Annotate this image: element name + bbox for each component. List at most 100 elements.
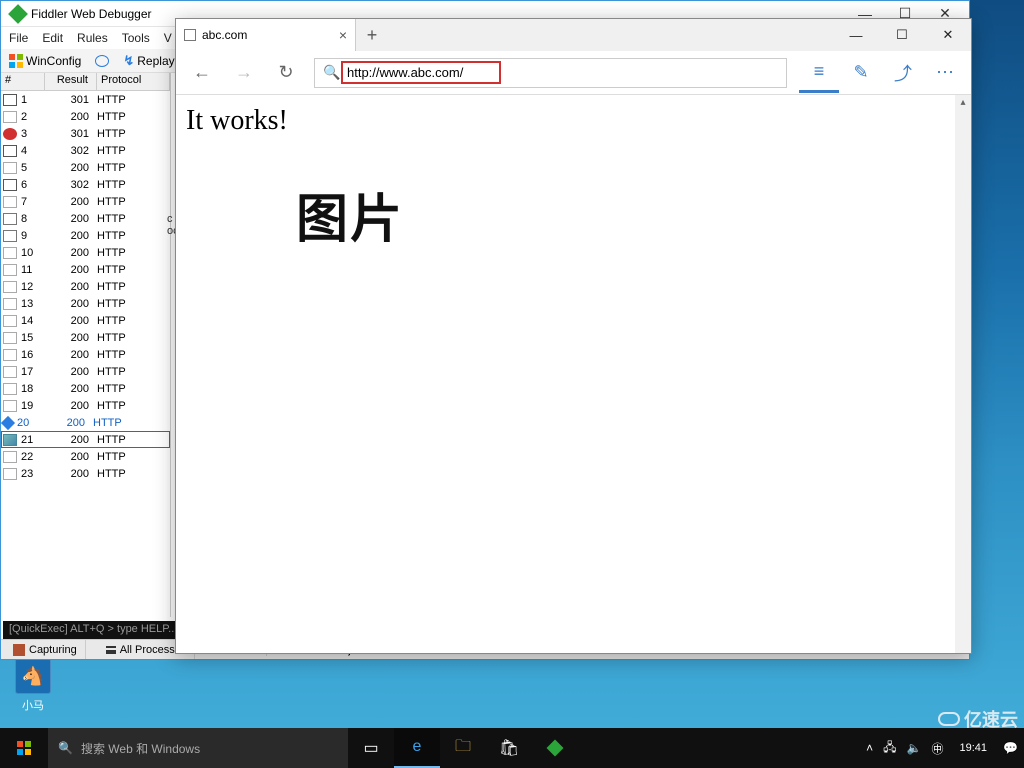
session-row[interactable]: 15200HTTP (1, 329, 170, 346)
session-row[interactable]: 7200HTTP (1, 193, 170, 210)
bubble-icon (95, 55, 109, 67)
forward-button[interactable]: → (224, 53, 264, 93)
cloud-icon (938, 712, 960, 726)
tab-close-icon[interactable]: × (339, 27, 347, 43)
notes-button[interactable]: ✎ (841, 53, 881, 93)
fiddler-title: Fiddler Web Debugger (31, 7, 152, 21)
col-result[interactable]: Result (45, 73, 97, 90)
shortcut-icon: 🐴 (15, 658, 51, 694)
col-protocol[interactable]: Protocol (97, 73, 170, 90)
tray-notifications-icon[interactable]: 💬 (1003, 741, 1018, 755)
session-row[interactable]: 3301HTTP (1, 125, 170, 142)
menu-icon (106, 646, 116, 654)
system-tray[interactable]: ˄ 🖧 🔈 ㊥ 19:41 💬 (860, 738, 1024, 759)
menu-file[interactable]: File (9, 31, 28, 45)
edge-toolbar: ← → ↻ 🔍 http://www.abc.com/ ≡ ✎ ⤴ ⋯ (176, 51, 971, 95)
session-row[interactable]: 11200HTTP (1, 261, 170, 278)
desktop-shortcut[interactable]: 🐴 小马 (14, 658, 52, 713)
menu-view[interactable]: V (164, 31, 172, 45)
tray-network-icon[interactable]: 🖧 (883, 738, 896, 759)
session-row[interactable]: 22200HTTP (1, 448, 170, 465)
new-tab-button[interactable]: + (356, 19, 388, 51)
taskbar-edge[interactable]: e (394, 728, 440, 768)
capture-icon (13, 644, 25, 656)
url-text[interactable]: http://www.abc.com/ (343, 63, 499, 82)
winconfig-button[interactable]: WinConfig (5, 54, 85, 68)
session-row[interactable]: 10200HTTP (1, 244, 170, 261)
col-num[interactable]: # (1, 73, 45, 90)
page-heading: It works! (186, 105, 961, 137)
address-bar[interactable]: 🔍 http://www.abc.com/ (314, 58, 787, 88)
tray-volume-icon[interactable]: 🔈 (907, 741, 922, 755)
session-row[interactable]: 13200HTTP (1, 295, 170, 312)
fiddler-logo-icon (8, 4, 28, 24)
fiddler-icon (547, 740, 564, 757)
edge-minimize-button[interactable]: — (833, 19, 879, 51)
session-type-icon (3, 383, 17, 395)
taskbar-fiddler[interactable] (532, 728, 578, 768)
edge-tabstrip: abc.com × + — ☐ ✕ (176, 19, 971, 51)
refresh-button[interactable]: ↻ (266, 53, 306, 93)
task-view-button[interactable]: ▭ (348, 728, 394, 768)
session-type-icon (3, 366, 17, 378)
session-row[interactable]: 17200HTTP (1, 363, 170, 380)
tray-up-icon[interactable]: ˄ (866, 741, 873, 755)
session-type-icon (3, 451, 17, 463)
comment-button[interactable] (91, 55, 113, 67)
taskbar: 🔍 搜索 Web 和 Windows ▭ e 🗀 🛍 ˄ 🖧 🔈 ㊥ 19:41… (0, 728, 1024, 768)
page-content: It works! 图片 ▴ (176, 95, 971, 653)
page-watermark-text: 图片 (296, 177, 961, 252)
session-row[interactable]: 18200HTTP (1, 380, 170, 397)
session-type-icon (3, 281, 17, 293)
session-type-icon (3, 179, 17, 191)
shortcut-label: 小马 (14, 697, 52, 713)
start-button[interactable] (0, 728, 48, 768)
session-row[interactable]: 14200HTTP (1, 312, 170, 329)
session-row[interactable]: 12200HTTP (1, 278, 170, 295)
scroll-up-icon[interactable]: ▴ (955, 95, 971, 111)
session-row[interactable]: 1301HTTP (1, 91, 170, 108)
session-row[interactable]: 19200HTTP (1, 397, 170, 414)
session-row[interactable]: 21200HTTP (1, 431, 170, 448)
taskbar-store[interactable]: 🛍 (486, 728, 532, 768)
session-type-icon (3, 196, 17, 208)
edge-close-button[interactable]: ✕ (925, 19, 971, 51)
session-row[interactable]: 20200HTTP (1, 414, 170, 431)
browser-tab[interactable]: abc.com × (176, 19, 356, 51)
search-placeholder: 搜索 Web 和 Windows (81, 740, 200, 757)
session-type-icon (3, 434, 17, 446)
session-type-icon (3, 145, 17, 157)
session-type-icon (3, 468, 17, 480)
reading-list-button[interactable]: ≡ (799, 53, 839, 93)
replay-button[interactable]: ↯Replay (119, 53, 178, 69)
menu-edit[interactable]: Edit (42, 31, 63, 45)
session-row[interactable]: 5200HTTP (1, 159, 170, 176)
session-row[interactable]: 4302HTTP (1, 142, 170, 159)
session-row[interactable]: 16200HTTP (1, 346, 170, 363)
share-button[interactable]: ⤴ (883, 53, 923, 93)
taskbar-search[interactable]: 🔍 搜索 Web 和 Windows (48, 728, 348, 768)
tab-title: abc.com (202, 28, 247, 42)
taskbar-explorer[interactable]: 🗀 (440, 728, 486, 768)
more-button[interactable]: ⋯ (925, 53, 965, 93)
session-header[interactable]: # Result Protocol (1, 73, 170, 91)
session-row[interactable]: 2200HTTP (1, 108, 170, 125)
session-row[interactable]: 23200HTTP (1, 465, 170, 482)
scrollbar[interactable]: ▴ (955, 95, 971, 653)
session-type-icon (3, 94, 17, 106)
tray-ime-icon[interactable]: ㊥ (932, 740, 944, 757)
capturing-toggle[interactable]: Capturing (5, 640, 86, 659)
back-button[interactable]: ← (182, 53, 222, 93)
session-row[interactable]: 6302HTTP (1, 176, 170, 193)
menu-rules[interactable]: Rules (77, 31, 108, 45)
edge-window: abc.com × + — ☐ ✕ ← → ↻ 🔍 http://www.abc… (175, 18, 972, 654)
session-row[interactable]: 9200HTTP (1, 227, 170, 244)
session-type-icon (3, 128, 17, 140)
session-row[interactable]: 8200HTTP (1, 210, 170, 227)
taskbar-clock[interactable]: 19:41 (954, 742, 994, 755)
menu-tools[interactable]: Tools (122, 31, 150, 45)
session-type-icon (3, 111, 17, 123)
session-type-icon (3, 230, 17, 242)
edge-maximize-button[interactable]: ☐ (879, 19, 925, 51)
session-type-icon (1, 415, 15, 429)
